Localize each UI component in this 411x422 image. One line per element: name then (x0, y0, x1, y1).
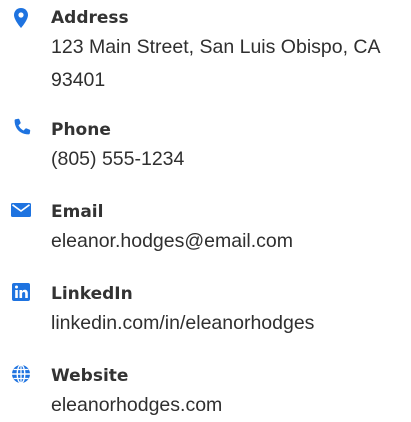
contact-item-email: Email eleanor.hodges@email.com (0, 194, 411, 264)
phone-label: Phone (51, 120, 111, 140)
email-label: Email (51, 202, 104, 222)
phone-icon (9, 116, 33, 140)
envelope-icon (9, 198, 33, 222)
contact-item-linkedin: LinkedIn linkedin.com/in/eleanorhodges (0, 276, 411, 346)
website-label: Website (51, 366, 129, 386)
contact-item-address: Address 123 Main Street, San Luis Obispo… (0, 0, 411, 100)
contact-item-phone: Phone (805) 555-1234 (0, 112, 411, 182)
linkedin-label: LinkedIn (51, 284, 133, 304)
address-value: 123 Main Street, San Luis Obispo, CA 934… (51, 36, 380, 91)
phone-value: (805) 555-1234 (51, 148, 185, 170)
email-value: eleanor.hodges@email.com (51, 230, 294, 252)
contact-item-website: Website eleanorhodges.com (0, 358, 411, 419)
map-pin-icon (9, 6, 33, 30)
linkedin-icon (9, 280, 33, 304)
address-label: Address (51, 8, 129, 28)
linkedin-value[interactable]: linkedin.com/in/eleanorhodges (51, 307, 401, 340)
website-value[interactable]: eleanorhodges.com (51, 389, 401, 422)
globe-icon (9, 362, 33, 386)
contact-list: Address 123 Main Street, San Luis Obispo… (0, 0, 411, 419)
